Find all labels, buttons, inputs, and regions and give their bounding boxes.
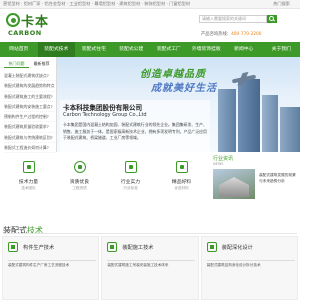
banner-slogan-1: 创造卓越品质 [140, 69, 206, 80]
company-description: 卡本集团是国内混凝土结构加固、装配式建筑行业的领先企业。集团集研发、生产、销售、… [63, 122, 207, 140]
logo-mark-icon [6, 13, 20, 27]
tab-latest[interactable]: 最新推荐 [29, 60, 54, 68]
nav-item-news[interactable]: 新闻中心 [225, 42, 263, 57]
card-head: 装配施工技术 [102, 237, 197, 259]
search-button[interactable] [267, 15, 277, 23]
card-title: 装配深化设计 [221, 245, 253, 251]
feature-strength[interactable]: 行业实力 行业标准 [105, 152, 156, 212]
nav-item-factory[interactable]: 装配式工厂 [150, 42, 188, 57]
top-bar: 营铝型材 · 铝材厂家 · 铝合金型材 · 工业铝型材 · 幕墙铝型材 · 建筑… [0, 0, 300, 9]
news-headline[interactable]: 装配式建筑发展的前景与未来趋势分析 [259, 172, 299, 184]
list-item[interactable]: 装配式建筑质量验收要求? [4, 122, 55, 133]
card-text: 装配式建筑结构深化设计拆分技术 [206, 263, 261, 267]
list-item[interactable]: 混凝土装配式建筑优缺点? [4, 71, 55, 82]
hotline-number: 400-770-2200 [231, 32, 262, 37]
header: 卡本 CARBON 请输入需要搜索的关键词 产品咨询热线：400-770-220… [0, 9, 300, 42]
hotline: 产品咨询热线：400-770-2200 [201, 31, 262, 37]
list-item[interactable]: 装配式建筑的安装施工要点? [4, 102, 55, 113]
main-nav: 网站首页 装配式技术 装配式住宅 装配式公建 装配式工厂 外墙装饰挂板 新闻中心… [0, 42, 300, 57]
nav-item-about[interactable]: 关于我们 [263, 42, 301, 57]
company-name: 卡本科技集团股份有限公司 [63, 104, 143, 112]
section-title: 装配式技术 [3, 218, 43, 237]
news-title[interactable]: 行业资讯 [213, 155, 233, 162]
tab-hot-questions[interactable]: 热门问题 [4, 60, 29, 68]
card-construction[interactable]: 装配施工技术 装配式建筑施工吊装安装施工技术体系 [101, 236, 199, 300]
pencil-icon [206, 242, 217, 252]
list-item[interactable]: 装配式建筑的发展趋势和特点? [4, 81, 55, 92]
site-logo[interactable]: 卡本 CARBON [6, 12, 64, 40]
company-name-en: Carbon Technology Group Co.,Ltd [63, 112, 147, 118]
gift-icon [175, 161, 188, 173]
layers-icon [107, 242, 118, 252]
section-divider [3, 233, 297, 234]
top-hotwords[interactable]: 热门搜索 [273, 1, 290, 7]
list-item[interactable]: 装配式建筑与传统建筑区别? [4, 133, 55, 144]
nav-item-home[interactable]: 网站首页 [0, 42, 38, 57]
card-production[interactable]: 构件生产技术 装配式建筑构件生产厂房工艺流程技术 [2, 236, 100, 300]
hotline-label: 产品咨询热线： [201, 32, 232, 37]
nav-item-technology[interactable]: 装配式技术 [37, 42, 75, 57]
news-block: 行业资讯 NEWS 装配式建筑发展的前景与未来趋势分析 [210, 152, 300, 212]
feature-qualification[interactable]: 资质优良 工程资质 [54, 152, 105, 212]
card-divider [206, 260, 295, 261]
factory-icon [124, 161, 137, 173]
card-divider [107, 260, 196, 261]
award-icon [22, 161, 35, 173]
feature-label: 行业实力 [120, 180, 141, 185]
nav-item-cladding[interactable]: 外墙装饰挂板 [188, 42, 226, 57]
card-divider [8, 260, 96, 261]
card-title: 构件生产技术 [23, 245, 55, 251]
list-item[interactable]: 预制构件生产过程的控制? [4, 112, 55, 123]
feature-label: 技术力量 [18, 180, 39, 185]
tech-cards: 构件生产技术 装配式建筑构件生产厂房工艺流程技术 装配施工技术 装配式建筑施工吊… [0, 236, 300, 300]
nav-item-public[interactable]: 装配式公建 [113, 42, 151, 57]
feature-sub: 优选材料 [174, 186, 189, 190]
card-head: 装配深化设计 [202, 237, 297, 259]
feature-row: 技术力量 技术团队 资质优良 工程资质 行业实力 行业标准 精品好料 优选材料 [0, 152, 210, 212]
news-subtitle: NEWS [213, 162, 224, 166]
feature-materials[interactable]: 精品好料 优选材料 [156, 152, 207, 212]
card-title: 装配施工技术 [122, 245, 154, 251]
feature-label: 精品好料 [171, 180, 192, 185]
nav-dropdown-panel: 热门问题 最新推荐 混凝土装配式建筑优缺点? 装配式建筑的发展趋势和特点? 装配… [0, 57, 57, 154]
search-input[interactable]: 请输入需要搜索的关键词 [199, 15, 267, 23]
card-head: 构件生产技术 [3, 237, 98, 259]
feature-sub: 技术团队 [21, 186, 36, 190]
feature-label: 资质优良 [69, 180, 90, 185]
top-keyword-links[interactable]: 营铝型材 · 铝材厂家 · 铝合金型材 · 工业铝型材 · 幕墙铝型材 · 建筑… [3, 1, 190, 7]
feature-sub: 工程资质 [72, 186, 87, 190]
card-design[interactable]: 装配深化设计 装配式建筑结构深化设计拆分技术 [200, 236, 298, 300]
lightbulb-icon [73, 161, 86, 173]
news-thumbnail[interactable] [213, 169, 255, 199]
nav-item-residential[interactable]: 装配式住宅 [75, 42, 113, 57]
gear-icon [8, 242, 18, 252]
logo-en: CARBON [8, 29, 42, 37]
company-intro: 卡本科技集团股份有限公司 Carbon Technology Group Co.… [60, 100, 210, 152]
list-item[interactable]: 装配式建筑施工的主要流程? [4, 92, 55, 102]
card-text: 装配式建筑施工吊装安装施工技术体系 [107, 263, 169, 267]
dropdown-list: 混凝土装配式建筑优缺点? 装配式建筑的发展趋势和特点? 装配式建筑施工的主要流程… [4, 71, 55, 154]
buildings-image [208, 79, 300, 152]
card-text: 装配式建筑构件生产厂房工艺流程技术 [8, 263, 70, 267]
banner-slogan-2: 成就美好生活 [151, 83, 217, 94]
logo-cn: 卡本 [21, 15, 50, 30]
feature-sub: 行业标准 [123, 186, 138, 190]
dropdown-tabs: 热门问题 最新推荐 [4, 60, 54, 68]
feature-technology[interactable]: 技术力量 技术团队 [3, 152, 54, 212]
